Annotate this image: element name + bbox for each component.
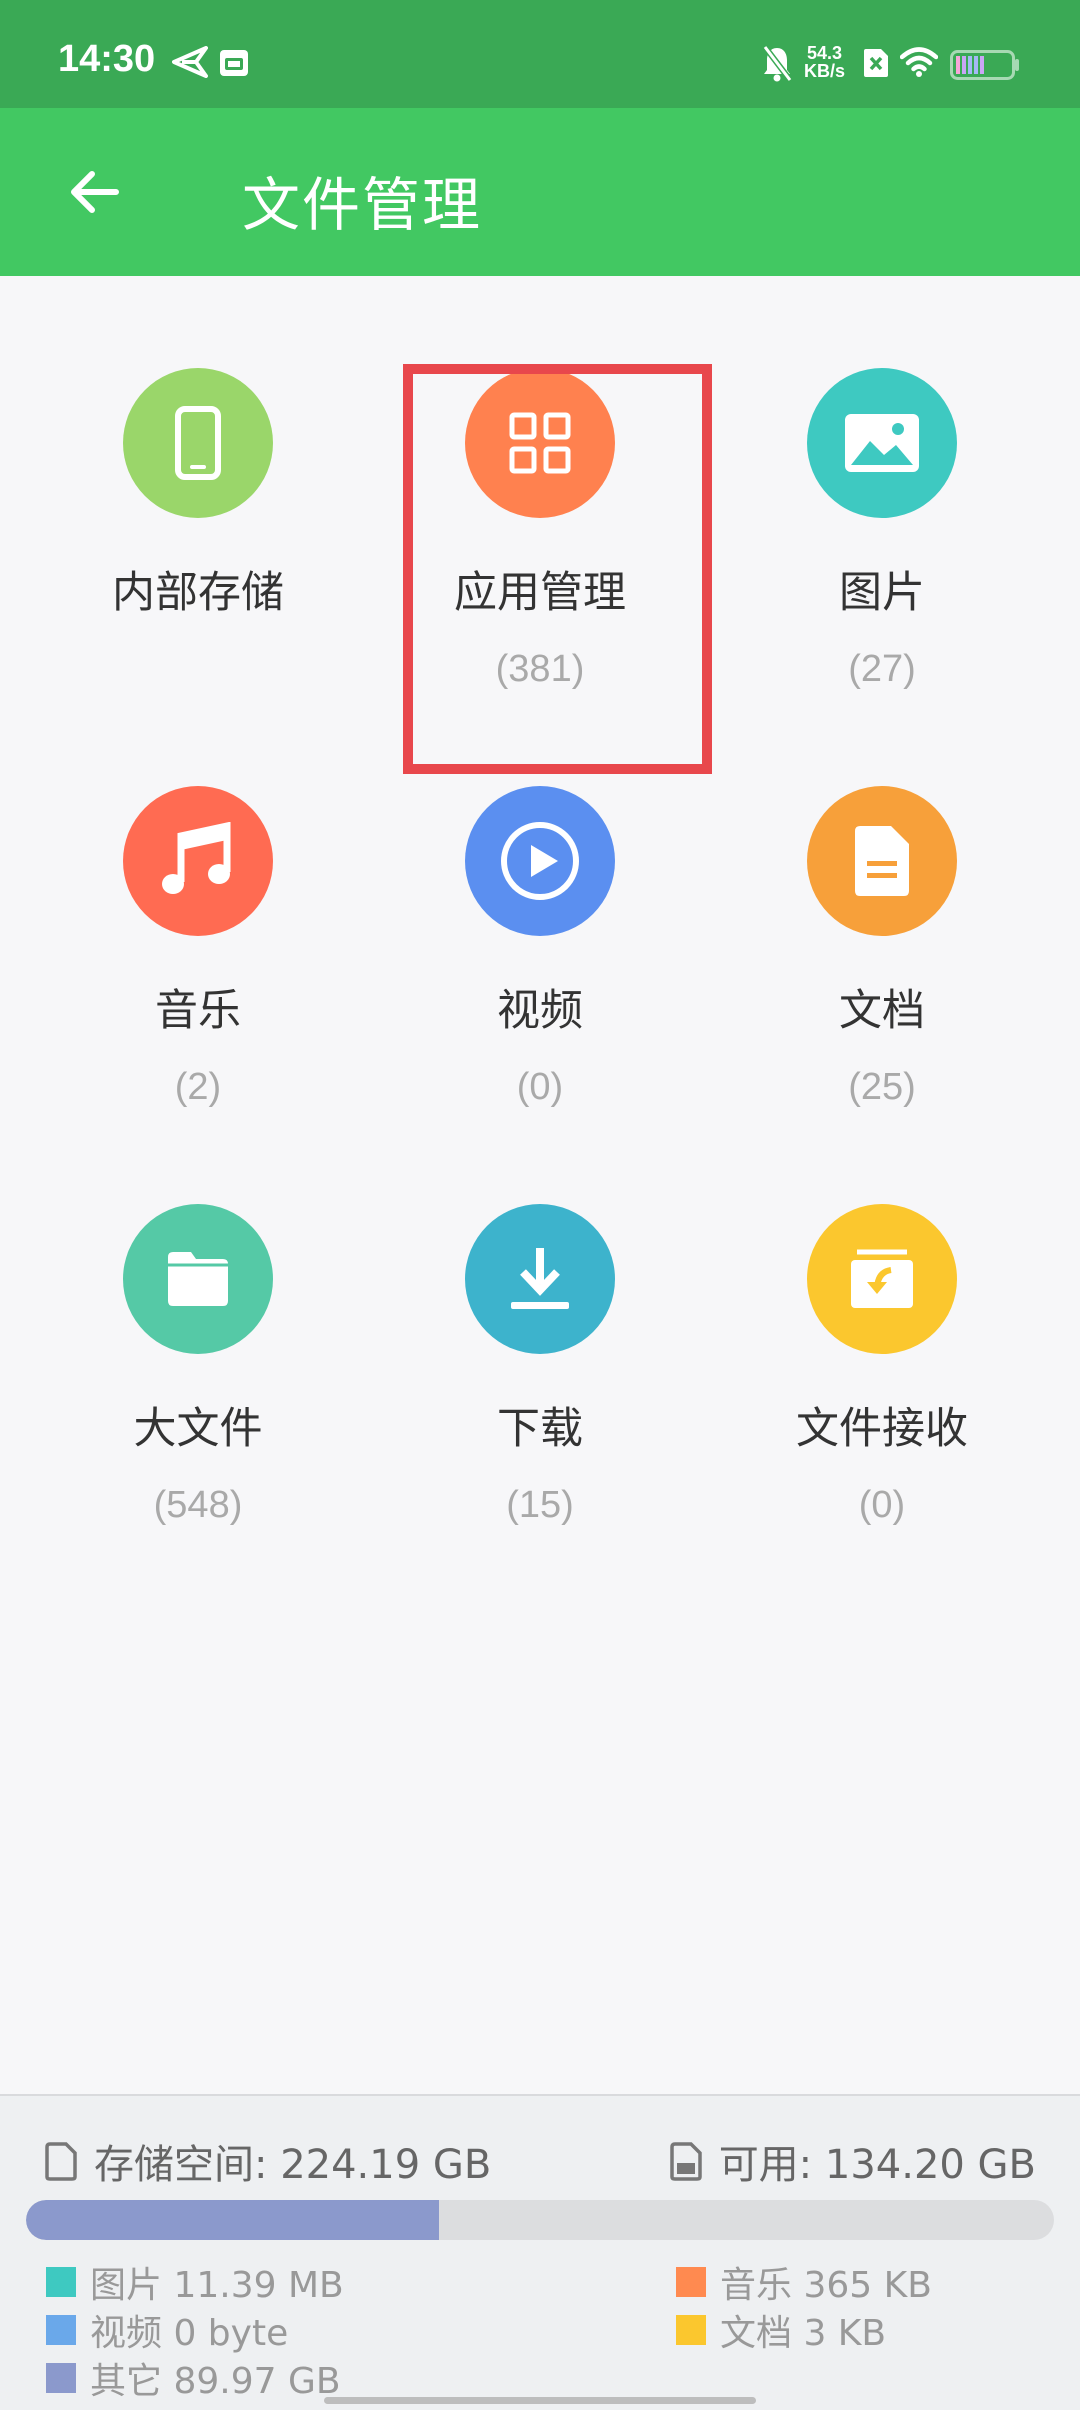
storage-available: 可用: 134.20 GB — [669, 2132, 1036, 2190]
storage-panel: 存储空间: 224.19 GB 可用: 134.20 GB 图片 11.39 M… — [0, 2094, 1080, 2410]
storage-usage-bar — [26, 2200, 1054, 2240]
category-count: (27) — [848, 648, 916, 690]
document-icon — [855, 826, 909, 896]
notification-muted-icon — [762, 45, 792, 82]
storage-usage-fill — [26, 2200, 440, 2240]
navigation-arrow-icon — [172, 46, 208, 78]
music-note-icon — [162, 822, 231, 894]
highlight-box — [403, 364, 712, 774]
no-sim-icon — [864, 49, 888, 77]
legend-label: 其它 89.97 GB — [90, 2361, 341, 2402]
category-count: (15) — [506, 1484, 574, 1526]
legend-swatch — [46, 2315, 76, 2345]
internal-storage-circle — [123, 368, 273, 518]
legend-item: 其它 89.97 GB — [46, 2352, 341, 2404]
status-time: 14:30 — [58, 38, 156, 80]
category-images[interactable]: 图片 (27) — [712, 368, 1052, 748]
legend-swatch — [46, 2363, 76, 2393]
phone-icon — [175, 406, 221, 480]
legend-item: 视频 0 byte — [46, 2304, 288, 2356]
category-count: (25) — [848, 1066, 916, 1108]
status-bar: 14:30 54.3 KB/s — [0, 0, 1080, 108]
storage-available-label: 可用: 134.20 GB — [718, 2142, 1036, 2188]
category-music[interactable]: 音乐 (2) — [28, 786, 368, 1166]
legend-item: 文档 3 KB — [676, 2304, 886, 2356]
legend-label: 视频 0 byte — [90, 2313, 289, 2354]
category-label: 图片 — [839, 568, 925, 618]
category-label: 文档 — [839, 986, 925, 1036]
inbox-icon — [851, 1249, 913, 1308]
video-circle — [465, 786, 615, 936]
legend-label: 文档 3 KB — [720, 2313, 887, 2354]
network-speed-value: 54.3 — [806, 43, 843, 63]
documents-circle — [807, 786, 957, 936]
sd-card-icon — [45, 2142, 77, 2181]
storage-total: 存储空间: 224.19 GB — [44, 2132, 491, 2190]
legend-swatch — [46, 2267, 76, 2297]
category-count: (2) — [174, 1066, 222, 1108]
network-speed-unit: KB/s — [804, 61, 846, 81]
category-label: 大文件 — [133, 1404, 263, 1454]
category-received-files[interactable]: 文件接收 (0) — [712, 1204, 1052, 1584]
category-documents[interactable]: 文档 (25) — [712, 786, 1052, 1166]
legend-item: 图片 11.39 MB — [46, 2256, 344, 2308]
download-icon — [511, 1248, 569, 1309]
wifi-icon — [900, 47, 938, 77]
category-downloads[interactable]: 下载 (15) — [370, 1204, 710, 1584]
image-icon — [845, 414, 919, 472]
legend-swatch — [676, 2267, 706, 2297]
legend-item: 音乐 365 KB — [676, 2256, 932, 2308]
category-internal-storage[interactable]: 内部存储 — [28, 368, 368, 748]
category-video[interactable]: 视频 (0) — [370, 786, 710, 1166]
downloads-circle — [465, 1204, 615, 1354]
legend-label: 音乐 365 KB — [720, 2265, 932, 2306]
app-bar: 文件管理 — [0, 108, 1080, 276]
category-label: 音乐 — [155, 986, 241, 1036]
category-count: (0) — [516, 1066, 564, 1108]
category-count: (0) — [858, 1484, 906, 1526]
category-label: 视频 — [497, 986, 583, 1036]
received-files-circle — [807, 1204, 957, 1354]
category-large-files[interactable]: 大文件 (548) — [28, 1204, 368, 1584]
category-label: 内部存储 — [112, 568, 284, 618]
images-circle — [807, 368, 957, 518]
storage-total-label: 存储空间: 224.19 GB — [94, 2142, 492, 2188]
home-indicator[interactable] — [324, 2397, 756, 2404]
sd-card-filled-icon — [669, 2142, 702, 2181]
battery-icon — [950, 50, 1019, 80]
page-title: 文件管理 — [242, 171, 483, 239]
arrow-left-icon[interactable] — [66, 164, 122, 220]
category-count: (548) — [153, 1484, 243, 1526]
legend-label: 图片 11.39 MB — [90, 2265, 344, 2306]
category-label: 下载 — [497, 1404, 583, 1454]
calendar-app-icon — [220, 50, 248, 76]
network-speed: 54.3 KB/s — [804, 44, 845, 80]
legend-swatch — [676, 2315, 706, 2345]
folder-icon — [168, 1252, 228, 1306]
play-icon — [501, 822, 579, 900]
category-label: 文件接收 — [796, 1404, 968, 1454]
large-files-circle — [123, 1204, 273, 1354]
music-circle — [123, 786, 273, 936]
